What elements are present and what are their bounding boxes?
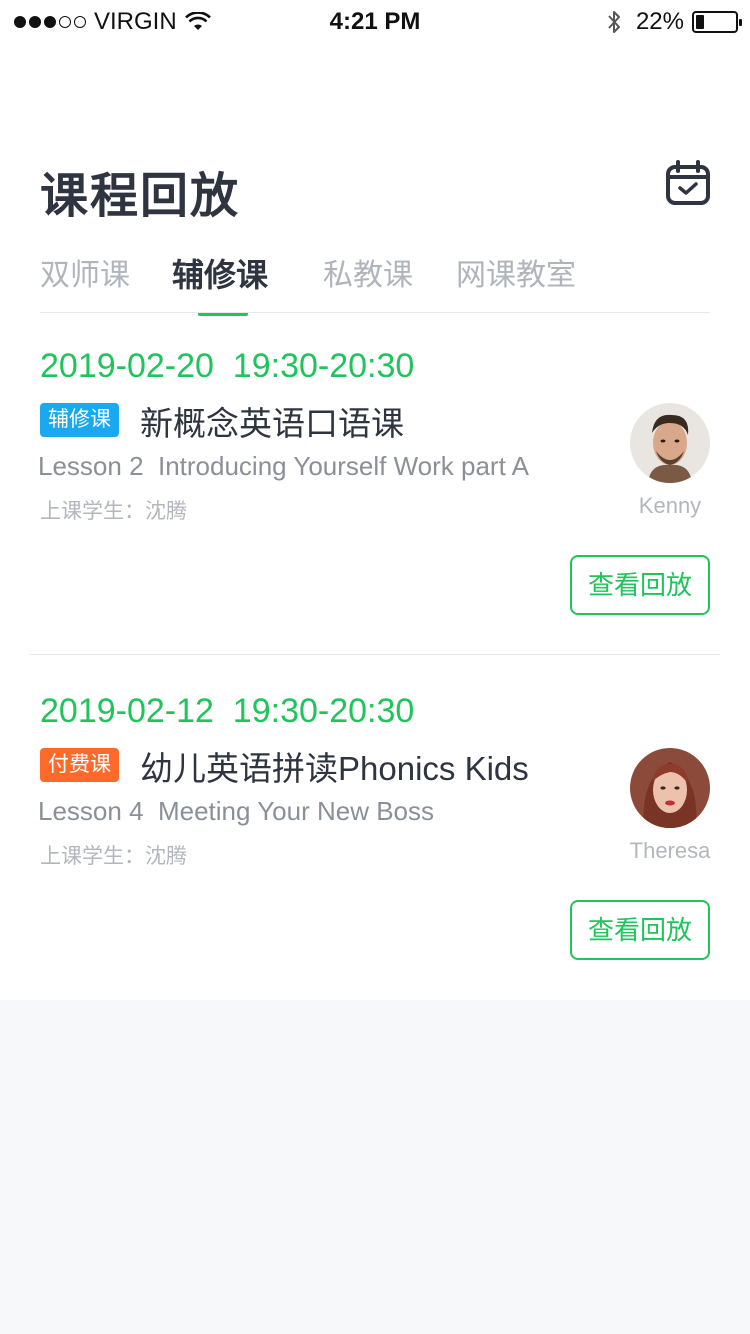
tab-bar: 双师课 辅修课 私教课 网课教室 [40,250,710,316]
status-bar: VIRGIN 4:21 PM 22% [0,0,750,44]
student-name: 上课学生：沈腾 [40,500,187,523]
teacher-avatar [630,403,710,483]
course-title: 幼儿英语拼读Phonics Kids [140,750,529,787]
page-title: 课程回放 [40,170,241,223]
course-date: 2019-02-20 19:30-20:30 [40,347,415,385]
tabs-divider [40,312,710,313]
screen: VIRGIN 4:21 PM 22% 课程回放 双师课 辅修课 私教课 网课教室… [0,0,750,1334]
teacher-name: Theresa [629,838,711,863]
teacher-avatar-image [630,748,710,828]
battery-icon [692,11,742,33]
course-card: 2019-02-12 19:30-20:30 付费课 幼儿英语拼读Phonics… [0,692,750,1037]
student-name: 上课学生：沈腾 [40,845,187,868]
lesson-title: Lesson 2 Introducing Yourself Work part … [38,451,529,481]
teacher-avatar-image [630,403,710,483]
teacher-name: Kenny [638,493,702,518]
tab-online-classroom[interactable]: 网课教室 [456,250,576,294]
bluetooth-icon [608,11,620,33]
course-title: 新概念英语口语课 [140,405,404,442]
course-card: 2019-02-20 19:30-20:30 辅修课 新概念英语口语课 Less… [0,347,750,692]
tab-minor-course[interactable]: 辅修课 [172,250,268,296]
course-badge: 辅修课 [40,403,119,437]
tab-dual-teacher[interactable]: 双师课 [40,250,130,294]
status-right: 22% [606,8,742,36]
lesson-title: Lesson 4 Meeting Your New Boss [38,796,435,826]
teacher-avatar [630,748,710,828]
course-date: 2019-02-12 19:30-20:30 [40,692,415,730]
battery-percent: 22% [635,8,684,35]
course-badge: 付费课 [40,748,119,782]
view-replay-button[interactable]: 查看回放 [570,555,710,615]
replay-panel: 课程回放 双师课 辅修课 私教课 网课教室 2019-02-20 19:30-2… [0,44,750,1000]
tab-private-lesson[interactable]: 私教课 [323,250,413,294]
calendar-check-icon[interactable] [665,160,711,206]
view-replay-button[interactable]: 查看回放 [570,900,710,960]
battery-level [696,15,704,29]
card-divider [30,654,720,655]
